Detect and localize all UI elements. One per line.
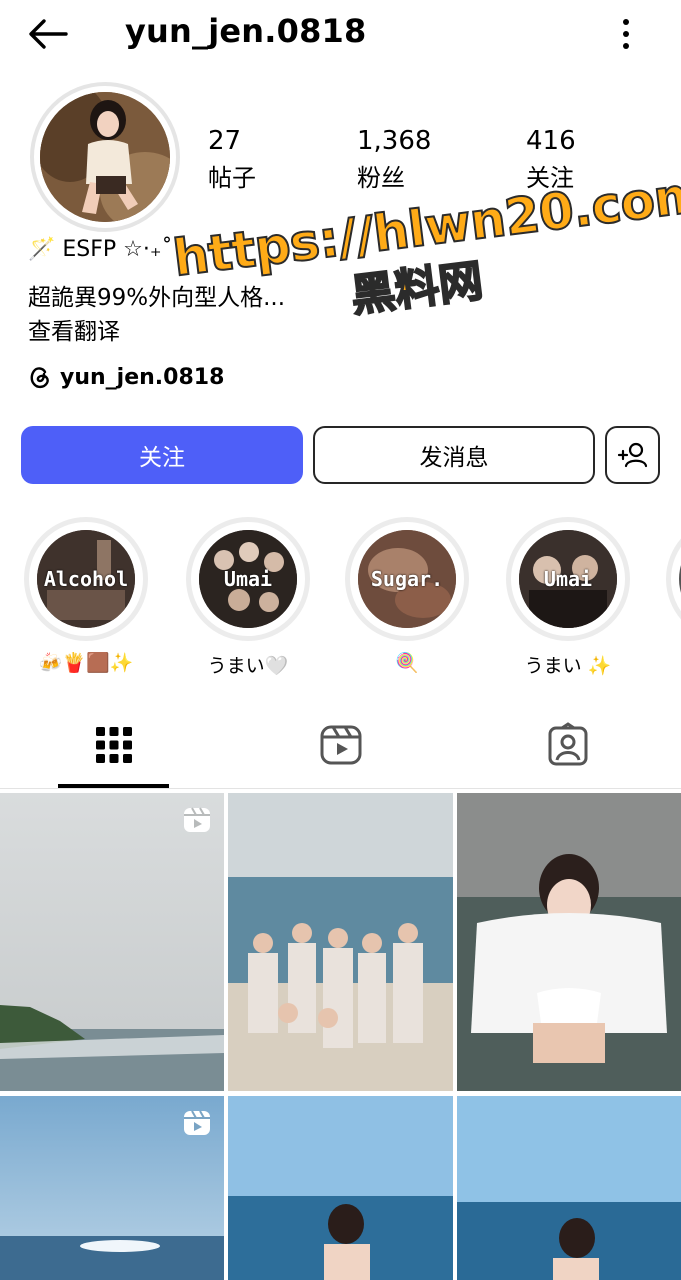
reels-icon bbox=[320, 725, 362, 765]
following-label: 关注 bbox=[526, 164, 574, 192]
highlight-label: 🍭 bbox=[395, 652, 419, 674]
watermark-site-name: 黑料网 bbox=[347, 254, 486, 323]
tab-tagged[interactable] bbox=[545, 722, 591, 768]
highlight-label: うまい🤍 bbox=[207, 655, 289, 677]
post-tile[interactable] bbox=[228, 1096, 453, 1280]
highlight-label: 🍻🍟🟫✨ bbox=[38, 652, 134, 674]
post-tile[interactable] bbox=[457, 793, 681, 1091]
highlight-cover: Sugar. bbox=[358, 530, 456, 628]
highlight-ring: Alcohol bbox=[24, 517, 148, 641]
following-count: 416 bbox=[526, 126, 576, 156]
tab-reels[interactable] bbox=[318, 722, 364, 768]
avatar[interactable] bbox=[40, 92, 170, 222]
tagged-icon bbox=[548, 722, 588, 766]
more-vertical-icon bbox=[623, 19, 629, 49]
highlight-item-partial[interactable] bbox=[666, 517, 681, 641]
highlight-cover: Umai bbox=[199, 530, 297, 628]
highlight-cover-text: Alcohol bbox=[43, 567, 129, 591]
see-translation-link[interactable]: 查看翻译 bbox=[28, 312, 120, 346]
more-options-button[interactable] bbox=[612, 14, 640, 54]
highlight-cover: Umai bbox=[519, 530, 617, 628]
bio-line-1: 🪄 ESFP ☆·₊˚ bbox=[28, 237, 173, 262]
post-tile[interactable] bbox=[457, 1096, 681, 1280]
highlight-cover: Alcohol bbox=[37, 530, 135, 628]
highlight-item[interactable]: Umai うまい🤍 bbox=[186, 517, 310, 678]
back-button[interactable] bbox=[26, 16, 70, 52]
bio-line-2[interactable]: 超詭異99%外向型人格... bbox=[28, 278, 285, 312]
threads-icon bbox=[30, 367, 49, 389]
followers-count-stat[interactable]: 1,368 粉丝 bbox=[357, 126, 431, 193]
followers-count: 1,368 bbox=[357, 126, 432, 156]
highlight-cover-text: Umai bbox=[543, 567, 593, 591]
profile-username-title: yun_jen.0818 bbox=[125, 12, 367, 50]
highlight-item[interactable]: Sugar. 🍭 bbox=[345, 517, 469, 674]
highlight-ring: Sugar. bbox=[345, 517, 469, 641]
following-count-stat[interactable]: 416 关注 bbox=[526, 126, 576, 193]
posts-count-stat[interactable]: 27 帖子 bbox=[208, 126, 256, 193]
tab-divider bbox=[0, 788, 681, 789]
threads-profile-link[interactable]: yun_jen.0818 bbox=[28, 362, 224, 392]
grid-icon bbox=[96, 727, 132, 763]
highlight-ring: Umai bbox=[186, 517, 310, 641]
suggested-users-button[interactable] bbox=[605, 426, 660, 484]
highlight-cover-text: Sugar. bbox=[370, 567, 444, 591]
post-tile[interactable] bbox=[0, 793, 224, 1091]
add-person-icon bbox=[617, 442, 647, 468]
post-tile[interactable] bbox=[228, 793, 453, 1091]
back-arrow-icon bbox=[29, 19, 68, 49]
message-button[interactable]: 发消息 bbox=[313, 426, 595, 484]
posts-count: 27 bbox=[208, 126, 242, 156]
highlight-cover-text: Umai bbox=[223, 567, 273, 591]
threads-handle: yun_jen.0818 bbox=[60, 364, 225, 390]
tab-grid[interactable] bbox=[91, 722, 137, 768]
posts-label: 帖子 bbox=[208, 164, 256, 192]
follow-button[interactable]: 关注 bbox=[21, 426, 303, 484]
highlight-item[interactable]: Umai うまい ✨ bbox=[506, 517, 630, 678]
highlight-item[interactable]: Alcohol 🍻🍟🟫✨ bbox=[24, 517, 148, 674]
followers-label: 粉丝 bbox=[357, 164, 405, 192]
reel-badge-icon bbox=[184, 1110, 210, 1135]
highlight-label: うまい ✨ bbox=[524, 655, 612, 677]
highlight-ring: Umai bbox=[506, 517, 630, 641]
post-tile[interactable] bbox=[0, 1096, 224, 1280]
reel-badge-icon bbox=[184, 807, 210, 832]
